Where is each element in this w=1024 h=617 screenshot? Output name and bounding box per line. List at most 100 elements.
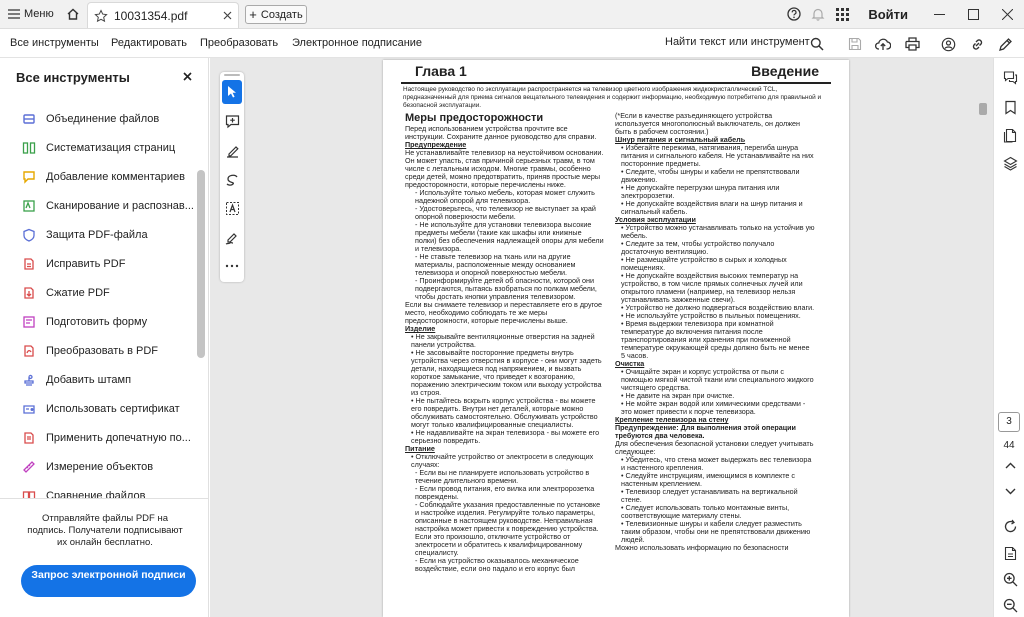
draw-tool[interactable] (220, 167, 244, 191)
doc-bullet: • Не пытайтесь вскрыть корпус устройства… (411, 396, 598, 429)
star-icon[interactable] (94, 8, 108, 23)
doc-paragraph: Если вы снимаете телевизор и переставляе… (405, 300, 603, 325)
scan-ocr-icon (22, 199, 36, 213)
doc-dash-item: - Не ставьте телевизор на ткань или на д… (415, 252, 576, 277)
sign-in-button[interactable]: Войти (868, 7, 908, 22)
more-icon (225, 264, 239, 268)
chapter-heading: Глава 1 (415, 63, 467, 79)
link-icon (972, 38, 982, 50)
close-tab-icon[interactable] (223, 11, 232, 20)
notifications-button[interactable] (806, 0, 830, 28)
more-tools-button[interactable] (220, 254, 244, 278)
highlighter-icon (226, 145, 239, 158)
tab-all-tools[interactable]: Все инструменты (10, 37, 99, 49)
main-toolbar: Все инструменты Редактировать Преобразов… (0, 29, 1024, 58)
bookmarks-button[interactable] (1001, 98, 1019, 116)
doc-dash-item: - Если вы не планируете использовать уст… (415, 468, 590, 485)
layers-icon (1002, 156, 1018, 171)
text-select-tool[interactable] (220, 196, 244, 220)
request-esign-button[interactable]: Запрос электронной подписи (21, 565, 196, 597)
new-tab-button[interactable]: + Создать (245, 5, 307, 24)
page-thumbnails-button[interactable] (1001, 126, 1019, 144)
tab-convert[interactable]: Преобразовать (200, 37, 278, 49)
apps-button[interactable] (830, 0, 854, 28)
document-scrollbar[interactable] (979, 103, 987, 115)
heading-rule (401, 82, 831, 84)
doc-bullet: • Очищайте экран и корпус устройства от … (621, 367, 814, 392)
all-tools-panel: Все инструменты Объединение файлов Систем… (0, 58, 209, 617)
current-page-input[interactable]: 3 (998, 412, 1020, 432)
select-tool[interactable] (222, 80, 242, 104)
tool-fix-pdf[interactable]: Исправить PDF (22, 254, 125, 274)
doc-bullet: • Не допускайте воздействия влаги на шну… (621, 199, 803, 216)
document-tab[interactable]: 10031354.pdf (87, 2, 239, 28)
tool-convert-to-pdf[interactable]: Преобразовать в PDF (22, 341, 158, 361)
doc-bullet: • Не допускайте воздействия высоких темп… (621, 271, 803, 304)
tool-scan-ocr[interactable]: Сканирование и распознав... (22, 196, 194, 216)
highlight-tool[interactable] (220, 138, 244, 162)
compare-files-icon (22, 489, 36, 498)
doc-bullet: • Устройство можно устанавливать только … (621, 223, 815, 240)
page-down-button[interactable] (1001, 482, 1019, 500)
tool-add-stamp[interactable]: Добавить штамп (22, 370, 131, 390)
tab-edit[interactable]: Редактировать (111, 37, 187, 49)
tool-compress-pdf[interactable]: Сжатие PDF (22, 283, 110, 303)
maximize-button[interactable] (956, 0, 990, 28)
layers-button[interactable] (1001, 154, 1019, 172)
page-view-button[interactable] (1001, 544, 1019, 562)
help-icon (787, 7, 801, 21)
tool-add-comments[interactable]: Добавление комментариев (22, 167, 185, 187)
tab-e-sign[interactable]: Электронное подписание (292, 37, 422, 49)
user-add-icon (941, 37, 955, 51)
doc-dash-item: - Если на устройство оказывалось механич… (415, 556, 579, 573)
zoom-out-button[interactable] (1001, 596, 1019, 614)
upload-button[interactable] (874, 35, 892, 53)
tool-label: Исправить PDF (46, 258, 126, 270)
comments-panel-button[interactable] (1001, 68, 1019, 86)
close-window-button[interactable] (990, 0, 1024, 28)
add-comment-tool[interactable] (220, 109, 244, 133)
tool-combine-files[interactable]: Объединение файлов (22, 109, 159, 129)
page-up-button[interactable] (1001, 456, 1019, 474)
link-button[interactable] (968, 35, 986, 53)
doc-paragraph: Не устанавливайте телевизор на неустойчи… (405, 148, 604, 189)
home-button[interactable] (61, 3, 85, 25)
home-icon (67, 8, 79, 20)
doc-bullet: • Время выдержки телевизора при комнатно… (621, 319, 810, 360)
rotate-button[interactable] (1001, 517, 1019, 535)
help-button[interactable] (782, 0, 806, 28)
minimize-button[interactable] (922, 0, 956, 28)
panel-scrollbar[interactable] (197, 170, 205, 358)
doc-bullet: • Следите за тем, чтобы устройство получ… (621, 239, 775, 256)
tool-prepare-form[interactable]: Подготовить форму (22, 312, 147, 332)
tool-protect-pdf[interactable]: Защита PDF-файла (22, 225, 148, 245)
tool-label: Защита PDF-файла (46, 229, 148, 241)
tool-label: Добавление комментариев (46, 171, 186, 183)
doc-paragraph: (*Если в качестве разъединяющего устройс… (615, 111, 800, 136)
tool-measure-objects[interactable]: Измерение объектов (22, 457, 153, 477)
chevron-down-icon (1005, 488, 1015, 494)
share-user-button[interactable] (939, 35, 957, 53)
tool-label: Систематизация страниц (46, 142, 176, 154)
print-button[interactable] (903, 35, 921, 53)
fill-sign-tool[interactable] (220, 225, 244, 249)
doc-bullet: • Следуйте инструкциям, имеющимся в комп… (621, 471, 796, 488)
doc-dash-item: - Проинформируйте детей об опасности, ко… (415, 276, 597, 301)
tool-print-production[interactable]: Применить допечатную по... (22, 428, 191, 448)
edit-pen-button[interactable] (996, 35, 1014, 53)
drag-handle[interactable] (224, 74, 240, 76)
save-button[interactable] (846, 35, 864, 53)
tool-label: Объединение файлов (46, 113, 160, 125)
tool-compare-files[interactable]: Сравнение файлов (22, 486, 145, 498)
panel-close-button[interactable] (183, 72, 192, 81)
menu-button[interactable]: Меню (2, 2, 56, 26)
tool-organize-pages[interactable]: Систематизация страниц (22, 138, 175, 158)
zoom-in-button[interactable] (1001, 570, 1019, 588)
search-button[interactable] (808, 35, 826, 53)
zoom-in-icon (1003, 572, 1017, 586)
panel-title: Все инструменты (16, 70, 130, 85)
tool-label: Подготовить форму (46, 316, 148, 328)
doc-dash-item: - Соблюдайте указания предоставленные по… (415, 500, 601, 557)
tool-use-certificate[interactable]: Использовать сертификат (22, 399, 180, 419)
find-text-button[interactable]: Найти текст или инструмент (665, 36, 810, 48)
